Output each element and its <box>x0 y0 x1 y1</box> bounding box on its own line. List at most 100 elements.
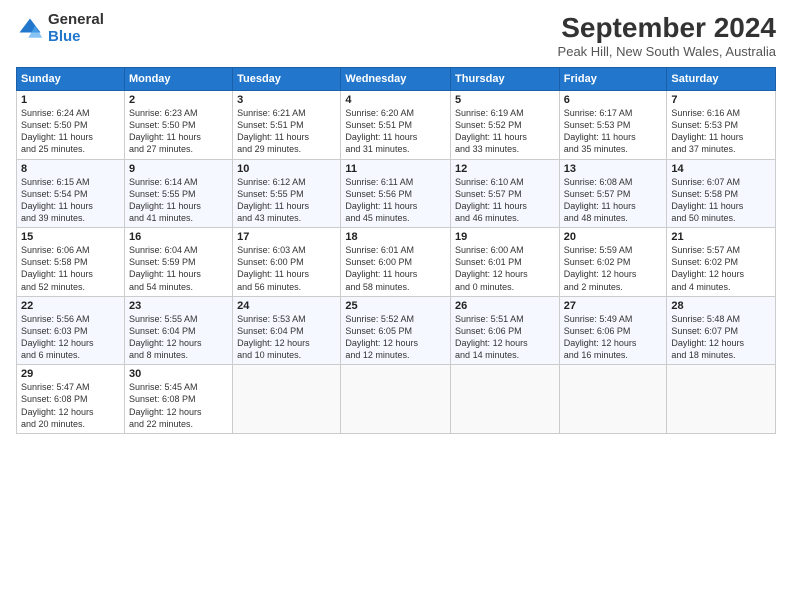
calendar-day-cell: 11Sunrise: 6:11 AM Sunset: 5:56 PM Dayli… <box>341 159 451 228</box>
calendar-week-row: 22 Sunrise: 5:56 AM Sunset: 6:03 PM Dayli… <box>17 296 776 365</box>
day-info: Sunrise: 6:23 AM Sunset: 5:50 PM Dayligh… <box>129 108 201 154</box>
calendar-day-cell: 22 Sunrise: 5:56 AM Sunset: 6:03 PM Dayli… <box>17 296 125 365</box>
calendar-day-cell: 20 Sunrise: 5:59 AM Sunset: 6:02 PM Dayli… <box>559 228 667 297</box>
calendar-day-cell <box>667 365 776 434</box>
calendar-day-cell: 25 Sunrise: 5:52 AM Sunset: 6:05 PM Dayli… <box>341 296 451 365</box>
day-info: Sunrise: 5:56 AM Sunset: 6:03 PM Dayligh… <box>21 314 94 360</box>
calendar-day-header: Saturday <box>667 68 776 91</box>
day-number: 9 <box>129 163 228 175</box>
logo-icon <box>16 15 44 43</box>
calendar-day-cell: 28Sunrise: 5:48 AM Sunset: 6:07 PM Dayli… <box>667 296 776 365</box>
day-info: Sunrise: 6:06 AM Sunset: 5:58 PM Dayligh… <box>21 245 93 291</box>
calendar-day-cell: 6 Sunrise: 6:17 AM Sunset: 5:53 PM Daylig… <box>559 91 667 160</box>
calendar-day-cell: 9Sunrise: 6:14 AM Sunset: 5:55 PM Daylig… <box>124 159 232 228</box>
location: Peak Hill, New South Wales, Australia <box>558 44 776 59</box>
day-info: Sunrise: 5:45 AM Sunset: 6:08 PM Dayligh… <box>129 382 202 428</box>
day-info: Sunrise: 6:11 AM Sunset: 5:56 PM Dayligh… <box>345 177 417 223</box>
calendar-day-cell: 23 Sunrise: 5:55 AM Sunset: 6:04 PM Dayli… <box>124 296 232 365</box>
calendar-day-header: Sunday <box>17 68 125 91</box>
day-number: 15 <box>21 231 120 243</box>
day-number: 19 <box>455 231 555 243</box>
day-info: Sunrise: 6:04 AM Sunset: 5:59 PM Dayligh… <box>129 245 201 291</box>
day-info: Sunrise: 6:15 AM Sunset: 5:54 PM Dayligh… <box>21 177 93 223</box>
day-info: Sunrise: 6:20 AM Sunset: 5:51 PM Dayligh… <box>345 108 417 154</box>
calendar-day-cell <box>341 365 451 434</box>
day-number: 13 <box>564 163 663 175</box>
day-number: 26 <box>455 300 555 312</box>
day-number: 8 <box>21 163 120 175</box>
day-number: 29 <box>21 368 120 380</box>
calendar-day-cell: 21 Sunrise: 5:57 AM Sunset: 6:02 PM Dayli… <box>667 228 776 297</box>
day-info: Sunrise: 5:52 AM Sunset: 6:05 PM Dayligh… <box>345 314 418 360</box>
calendar-day-cell: 26 Sunrise: 5:51 AM Sunset: 6:06 PM Dayli… <box>451 296 560 365</box>
day-info: Sunrise: 6:12 AM Sunset: 5:55 PM Dayligh… <box>237 177 309 223</box>
calendar-week-row: 8 Sunrise: 6:15 AM Sunset: 5:54 PM Daylig… <box>17 159 776 228</box>
day-info: Sunrise: 5:57 AM Sunset: 6:02 PM Dayligh… <box>671 245 744 291</box>
day-info: Sunrise: 5:47 AM Sunset: 6:08 PM Dayligh… <box>21 382 94 428</box>
day-info: Sunrise: 6:19 AM Sunset: 5:52 PM Dayligh… <box>455 108 527 154</box>
calendar-day-cell: 24 Sunrise: 5:53 AM Sunset: 6:04 PM Dayli… <box>233 296 341 365</box>
calendar-day-cell: 3Sunrise: 6:21 AM Sunset: 5:51 PM Daylig… <box>233 91 341 160</box>
day-number: 5 <box>455 94 555 106</box>
day-info: Sunrise: 6:24 AM Sunset: 5:50 PM Dayligh… <box>21 108 93 154</box>
calendar-day-cell: 15 Sunrise: 6:06 AM Sunset: 5:58 PM Dayli… <box>17 228 125 297</box>
day-number: 1 <box>21 94 120 106</box>
day-number: 25 <box>345 300 446 312</box>
day-info: Sunrise: 5:51 AM Sunset: 6:06 PM Dayligh… <box>455 314 528 360</box>
day-number: 10 <box>237 163 336 175</box>
calendar-week-row: 29 Sunrise: 5:47 AM Sunset: 6:08 PM Dayli… <box>17 365 776 434</box>
day-number: 2 <box>129 94 228 106</box>
calendar-day-cell: 16Sunrise: 6:04 AM Sunset: 5:59 PM Dayli… <box>124 228 232 297</box>
day-info: Sunrise: 6:03 AM Sunset: 6:00 PM Dayligh… <box>237 245 309 291</box>
calendar-day-cell: 18Sunrise: 6:01 AM Sunset: 6:00 PM Dayli… <box>341 228 451 297</box>
day-number: 12 <box>455 163 555 175</box>
day-info: Sunrise: 6:17 AM Sunset: 5:53 PM Dayligh… <box>564 108 636 154</box>
calendar-day-cell: 5 Sunrise: 6:19 AM Sunset: 5:52 PM Daylig… <box>451 91 560 160</box>
calendar-day-cell <box>559 365 667 434</box>
day-number: 24 <box>237 300 336 312</box>
calendar-day-cell: 12 Sunrise: 6:10 AM Sunset: 5:57 PM Dayli… <box>451 159 560 228</box>
logo-blue: Blue <box>48 29 104 46</box>
calendar-day-cell: 19 Sunrise: 6:00 AM Sunset: 6:01 PM Dayli… <box>451 228 560 297</box>
calendar-day-cell <box>233 365 341 434</box>
day-number: 21 <box>671 231 771 243</box>
day-number: 7 <box>671 94 771 106</box>
day-number: 14 <box>671 163 771 175</box>
day-info: Sunrise: 6:00 AM Sunset: 6:01 PM Dayligh… <box>455 245 528 291</box>
calendar-header-row: SundayMondayTuesdayWednesdayThursdayFrid… <box>17 68 776 91</box>
day-info: Sunrise: 5:59 AM Sunset: 6:02 PM Dayligh… <box>564 245 637 291</box>
calendar-week-row: 1 Sunrise: 6:24 AM Sunset: 5:50 PM Daylig… <box>17 91 776 160</box>
day-info: Sunrise: 5:53 AM Sunset: 6:04 PM Dayligh… <box>237 314 310 360</box>
day-info: Sunrise: 6:10 AM Sunset: 5:57 PM Dayligh… <box>455 177 527 223</box>
day-number: 20 <box>564 231 663 243</box>
day-number: 27 <box>564 300 663 312</box>
day-info: Sunrise: 5:49 AM Sunset: 6:06 PM Dayligh… <box>564 314 637 360</box>
day-number: 6 <box>564 94 663 106</box>
day-number: 18 <box>345 231 446 243</box>
day-number: 22 <box>21 300 120 312</box>
page: General Blue September 2024 Peak Hill, N… <box>0 0 792 612</box>
calendar-day-header: Thursday <box>451 68 560 91</box>
calendar-day-cell: 17 Sunrise: 6:03 AM Sunset: 6:00 PM Dayli… <box>233 228 341 297</box>
header: General Blue September 2024 Peak Hill, N… <box>16 12 776 59</box>
calendar-day-cell: 1 Sunrise: 6:24 AM Sunset: 5:50 PM Daylig… <box>17 91 125 160</box>
calendar-day-header: Friday <box>559 68 667 91</box>
calendar-day-cell: 8 Sunrise: 6:15 AM Sunset: 5:54 PM Daylig… <box>17 159 125 228</box>
title-area: September 2024 Peak Hill, New South Wale… <box>558 12 776 59</box>
calendar-day-cell: 4 Sunrise: 6:20 AM Sunset: 5:51 PM Daylig… <box>341 91 451 160</box>
logo: General Blue <box>16 12 104 45</box>
day-number: 23 <box>129 300 228 312</box>
calendar-day-cell <box>451 365 560 434</box>
calendar-day-cell: 30Sunrise: 5:45 AM Sunset: 6:08 PM Dayli… <box>124 365 232 434</box>
calendar-day-header: Monday <box>124 68 232 91</box>
day-info: Sunrise: 5:55 AM Sunset: 6:04 PM Dayligh… <box>129 314 202 360</box>
calendar-day-cell: 29 Sunrise: 5:47 AM Sunset: 6:08 PM Dayli… <box>17 365 125 434</box>
calendar-day-header: Tuesday <box>233 68 341 91</box>
logo-general: General <box>48 12 104 29</box>
day-number: 4 <box>345 94 446 106</box>
day-info: Sunrise: 6:16 AM Sunset: 5:53 PM Dayligh… <box>671 108 743 154</box>
calendar-day-cell: 7 Sunrise: 6:16 AM Sunset: 5:53 PM Daylig… <box>667 91 776 160</box>
calendar-day-cell: 2 Sunrise: 6:23 AM Sunset: 5:50 PM Daylig… <box>124 91 232 160</box>
day-number: 17 <box>237 231 336 243</box>
day-info: Sunrise: 6:21 AM Sunset: 5:51 PM Dayligh… <box>237 108 309 154</box>
